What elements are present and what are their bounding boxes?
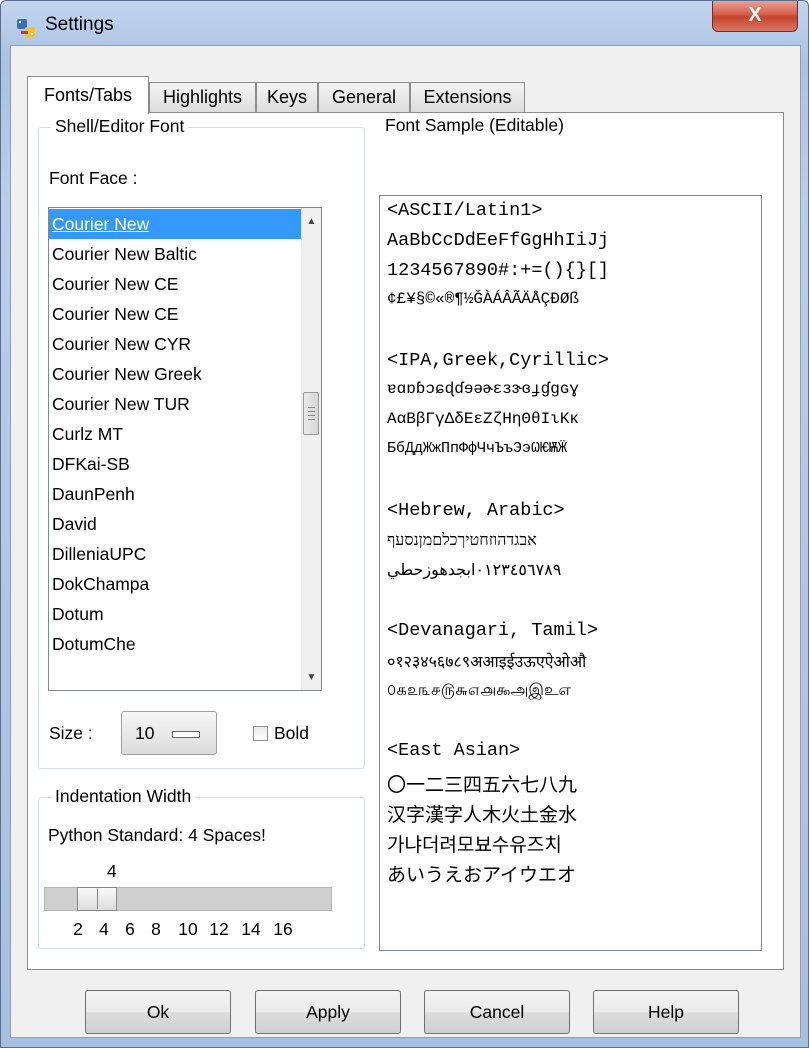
ok-button[interactable]: Ok <box>85 990 231 1034</box>
button-label: Apply <box>306 1001 350 1022</box>
tab-label: General <box>331 87 397 107</box>
scroll-down-icon[interactable]: ▼ <box>302 668 321 687</box>
tab-label: Extensions <box>423 87 512 107</box>
font-face-list[interactable]: Courier New Courier New Baltic Courier N… <box>48 207 322 691</box>
slider-tick-label: 14 <box>241 919 261 939</box>
sample-line: ΑαΒβΓγΔδΕεΖζΗηΘθΙιΚκ <box>387 410 580 428</box>
list-item[interactable]: Courier New CE <box>49 299 301 329</box>
sample-line: ٠١٢٣٤٥٦٧٨٩ابجدهوزحطي <box>387 560 562 579</box>
list-item[interactable]: DotumChe <box>49 629 301 659</box>
window-title: Settings <box>45 14 114 35</box>
sample-line: ɐɑɒɓɔɕɖɗɘəɚɛɜɝɞɟɠɡɢɣ <box>387 380 580 398</box>
slider-tick-label: 12 <box>209 919 229 939</box>
tab-general[interactable]: General <box>318 82 410 112</box>
list-item[interactable]: Courier New TUR <box>49 389 301 419</box>
sample-line: ௦௧௨௩௪௫௬௭௮௯அஇஉஎ <box>387 680 571 699</box>
group-title: Shell/Editor Font <box>51 116 189 137</box>
font-size-value: 10 <box>135 723 155 743</box>
python-app-icon <box>17 19 35 37</box>
list-item[interactable]: Courier New <box>49 209 301 239</box>
font-size-dropdown[interactable]: 10 <box>121 711 217 755</box>
list-item[interactable]: Courier New CE <box>49 269 301 299</box>
title-bar[interactable]: Settings X <box>1 1 808 51</box>
button-label: Help <box>648 1001 684 1022</box>
sample-line: <IPA,Greek,Cyrillic> <box>387 350 610 371</box>
list-item[interactable]: David <box>49 509 301 539</box>
slider-tick-label: 10 <box>178 919 198 939</box>
button-label: Cancel <box>469 1001 525 1022</box>
indent-value-label: 4 <box>107 861 117 881</box>
sample-line: <ASCII/Latin1> <box>387 200 543 221</box>
fonts-tabs-panel: Shell/Editor Font Font Face : Courier Ne… <box>27 112 784 970</box>
tab-highlights[interactable]: Highlights <box>149 82 256 112</box>
group-title: Font Sample (Editable) <box>381 115 568 136</box>
font-face-label: Font Face : <box>49 168 138 188</box>
tab-fonts-tabs[interactable]: Fonts/Tabs <box>27 76 149 114</box>
tab-label: Highlights <box>162 87 243 107</box>
sample-line: 가냐더려모뵤수유즈치 <box>387 835 562 856</box>
list-item[interactable]: DilleniaUPC <box>49 539 301 569</box>
bold-checkbox[interactable] <box>253 726 268 741</box>
button-label: Ok <box>146 1001 170 1022</box>
indent-width-slider[interactable] <box>44 887 332 911</box>
apply-button[interactable]: Apply <box>255 990 401 1034</box>
slider-tick-label: 8 <box>151 919 161 939</box>
sample-line: ०१२३४५६७८९अआइईउऊएऐओऔ <box>387 652 587 671</box>
tab-label: Fonts/Tabs <box>43 85 133 105</box>
sample-line: 1234567890#:+=(){}[] <box>387 260 610 281</box>
list-item[interactable]: Dotum <box>49 599 301 629</box>
list-item[interactable]: Courier New CYR <box>49 329 301 359</box>
dialog-client-area: Fonts/Tabs Highlights Keys General Exten… <box>10 45 801 1038</box>
sample-line: <East Asian> <box>387 740 521 761</box>
size-label: Size : <box>49 723 93 743</box>
sample-line: あいうえおアイウエオ <box>387 865 577 886</box>
sample-line: 〇一二三四五六七八九 <box>387 775 578 796</box>
sample-line: 汉字漢字人木火土金水 <box>387 805 578 826</box>
scrollbar-thumb[interactable] <box>303 392 319 435</box>
sample-line: ¢£¥§©«®¶½ĞÀÁÂÃÄÅÇÐØß <box>387 290 580 308</box>
sample-line: БбДдЖжПпФфЧчЪъЭэѠѤѬӜ <box>387 440 568 457</box>
sample-line: AaBbCcDdEeFfGgHhIiJj <box>387 230 610 251</box>
font-sample-text[interactable]: <ASCII/Latin1> AaBbCcDdEeFfGgHhIiJj 1234… <box>379 195 762 951</box>
sample-line: <Hebrew, Arabic> <box>387 500 565 521</box>
group-title: Indentation Width <box>51 786 196 807</box>
scroll-up-icon[interactable]: ▲ <box>302 212 321 231</box>
option-menu-indicator-icon <box>172 731 200 738</box>
tab-label: Keys <box>266 87 308 107</box>
bold-label: Bold <box>274 723 310 743</box>
help-button[interactable]: Help <box>593 990 739 1034</box>
list-item[interactable]: DFKai-SB <box>49 449 301 479</box>
font-list-scrollbar[interactable]: ▲ ▼ <box>301 208 321 690</box>
close-icon: X <box>748 4 762 26</box>
list-item[interactable]: Courier New Greek <box>49 359 301 389</box>
settings-window: Settings X Fonts/Tabs Highlights Keys Ge… <box>0 0 809 1048</box>
sample-line: <Devanagari, Tamil> <box>387 620 598 641</box>
slider-thumb[interactable] <box>77 887 117 911</box>
tab-extensions[interactable]: Extensions <box>410 82 525 112</box>
close-button[interactable]: X <box>712 1 798 32</box>
sample-line: אבגדהוזחטיךכלםמןנסעף <box>387 530 537 549</box>
list-item[interactable]: DokChampa <box>49 569 301 599</box>
slider-tick-label: 16 <box>273 919 293 939</box>
python-standard-note: Python Standard: 4 Spaces! <box>48 825 266 845</box>
list-item[interactable]: DaunPenh <box>49 479 301 509</box>
shell-editor-font-group: Shell/Editor Font Font Face : Courier Ne… <box>38 116 365 769</box>
tab-keys[interactable]: Keys <box>256 82 318 112</box>
list-item[interactable]: Courier New Baltic <box>49 239 301 269</box>
list-item[interactable]: Curlz MT <box>49 419 301 449</box>
cancel-button[interactable]: Cancel <box>424 990 570 1034</box>
